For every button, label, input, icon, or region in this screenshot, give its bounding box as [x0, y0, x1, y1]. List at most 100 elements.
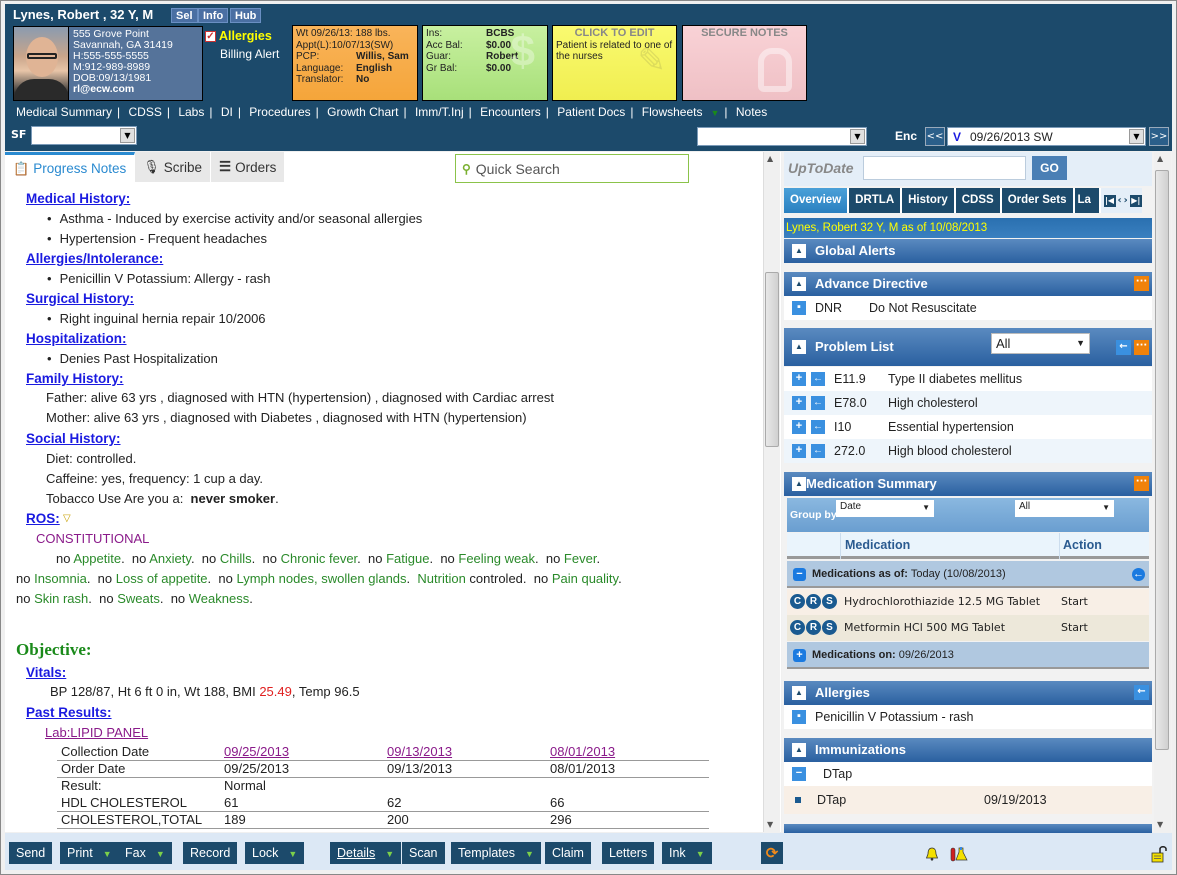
arrow-left-icon[interactable]: ←: [1132, 568, 1145, 581]
medications-prior-group[interactable]: + Medications on: 09/26/2013: [787, 642, 1149, 669]
expand-plus-icon[interactable]: +: [793, 649, 806, 662]
allergies-header[interactable]: ▲ Allergies: [784, 681, 1152, 705]
nav-patient-docs[interactable]: Patient Docs: [557, 105, 625, 119]
refresh-icon[interactable]: ⟳: [761, 842, 783, 864]
tab-progress-notes[interactable]: 📋 Progress Notes: [5, 152, 136, 182]
problem-row[interactable]: + ← I10 Essential hypertension: [784, 415, 1152, 439]
arrow-left-icon[interactable]: ←: [811, 372, 825, 386]
nav-di[interactable]: DI: [221, 105, 233, 119]
nav-medical-summary[interactable]: Medical Summary: [16, 105, 112, 119]
next-encounter-button[interactable]: >>: [1149, 127, 1169, 146]
dropdown-arrow-icon[interactable]: ▼: [288, 849, 297, 859]
vitals-heading[interactable]: Vitals:: [26, 665, 66, 680]
record-button[interactable]: Record: [183, 842, 238, 864]
r-icon[interactable]: R: [806, 594, 821, 609]
sf-select[interactable]: ▼: [31, 126, 137, 145]
immunizations-header[interactable]: ▲ Immunizations: [784, 738, 1152, 762]
go-button[interactable]: GO: [1032, 156, 1067, 180]
uptodate-search-input[interactable]: [863, 156, 1026, 180]
medication-row[interactable]: C R S Hydrochlorothiazide 12.5 MG Tablet Sta…: [787, 589, 1149, 615]
templates-button[interactable]: Templates ▼: [451, 842, 541, 864]
allergies-flag[interactable]: ✓ Allergies: [205, 29, 272, 43]
prev-tab-icon[interactable]: ‹: [1118, 195, 1122, 206]
tab-labs-truncated[interactable]: La: [1074, 188, 1101, 213]
right-scrollbar[interactable]: ▲ ▼: [1154, 152, 1171, 832]
medication-filter-select[interactable]: All ▼: [1015, 500, 1114, 517]
medical-history-heading[interactable]: Medical History:: [26, 191, 130, 206]
send-button[interactable]: Send: [9, 842, 53, 864]
lab-lipid-panel-link[interactable]: Lab:LIPID PANEL: [45, 725, 148, 740]
hub-button[interactable]: Hub: [230, 8, 262, 23]
scrollbar-thumb[interactable]: [1155, 170, 1169, 750]
first-tab-icon[interactable]: |◀: [1103, 194, 1116, 207]
arrow-left-icon[interactable]: ←: [811, 420, 825, 434]
nav-cdss[interactable]: CDSS: [129, 105, 162, 119]
prev-encounter-button[interactable]: <<: [925, 127, 945, 146]
s-icon[interactable]: S: [822, 620, 837, 635]
r-icon[interactable]: R: [806, 620, 821, 635]
arrow-left-icon[interactable]: ←: [811, 444, 825, 458]
letters-button[interactable]: Letters: [602, 842, 655, 864]
tab-overview[interactable]: Overview: [784, 188, 850, 213]
medication-row[interactable]: C R S Metformin HCl 500 MG Tablet Start: [787, 615, 1149, 641]
nav-flowsheets[interactable]: Flowsheets: [642, 105, 703, 119]
surgical-history-heading[interactable]: Surgical History:: [26, 291, 134, 306]
dropdown-arrow-icon[interactable]: ▼: [103, 849, 112, 859]
global-alerts-header[interactable]: ▲ Global Alerts: [784, 239, 1152, 263]
problem-filter-select[interactable]: All ▼: [991, 333, 1090, 354]
vitals-card[interactable]: Wt 09/26/13: 188 lbs. Appt(L):10/07/13(S…: [292, 25, 418, 101]
scroll-down-icon[interactable]: ▼: [767, 820, 773, 829]
nav-encounters[interactable]: Encounters: [480, 105, 541, 119]
next-section-header[interactable]: [784, 824, 1152, 833]
medication-summary-header[interactable]: ▲ Medication Summary: [784, 472, 1152, 496]
tab-order-sets[interactable]: Order Sets: [1001, 188, 1075, 213]
nav-labs[interactable]: Labs: [178, 105, 204, 119]
group-by-select[interactable]: Date ▼: [836, 500, 934, 517]
patient-photo[interactable]: [14, 27, 69, 100]
arrow-left-icon[interactable]: ←: [1116, 340, 1131, 355]
col-action[interactable]: Action: [1063, 538, 1102, 552]
collapse-icon[interactable]: ▲: [792, 277, 806, 291]
quick-search-input[interactable]: ⚲ Quick Search: [455, 154, 689, 183]
past-results-heading[interactable]: Past Results:: [26, 705, 112, 720]
left-scrollbar[interactable]: ▲ ▼: [763, 152, 780, 832]
dropdown-arrow-icon[interactable]: ▼: [525, 849, 534, 859]
unlock-icon[interactable]: [1150, 845, 1168, 863]
plus-icon[interactable]: +: [792, 420, 806, 434]
flowsheets-dropdown-icon[interactable]: ▼: [710, 108, 719, 118]
bell-icon[interactable]: [925, 847, 939, 861]
sel-button[interactable]: Sel: [171, 8, 198, 23]
tab-history[interactable]: History: [902, 188, 956, 213]
collapse-minus-icon[interactable]: −: [793, 568, 806, 581]
tab-cdss[interactable]: CDSS: [955, 188, 1002, 213]
collapse-icon[interactable]: ▲: [792, 743, 806, 757]
ink-button[interactable]: Ink ▼: [662, 842, 712, 864]
allergies-heading[interactable]: Allergies/Intolerance:: [26, 251, 163, 266]
problem-row[interactable]: + ← E78.0 High cholesterol: [784, 391, 1152, 415]
collection-date-link[interactable]: 09/13/2013: [383, 743, 546, 761]
scrollbar-thumb[interactable]: [765, 272, 779, 447]
dropdown-arrow-icon[interactable]: ▼: [385, 849, 394, 859]
nav-notes[interactable]: Notes: [736, 105, 767, 119]
billing-alert[interactable]: Billing Alert: [220, 47, 279, 61]
hospitalization-heading[interactable]: Hospitalization:: [26, 331, 127, 346]
social-history-heading[interactable]: Social History:: [26, 431, 121, 446]
dropdown-arrow-icon[interactable]: ▼: [156, 849, 165, 859]
scroll-down-icon[interactable]: ▼: [1157, 820, 1163, 829]
info-button[interactable]: Info: [198, 8, 229, 23]
scroll-up-icon[interactable]: ▲: [1157, 154, 1163, 163]
ros-heading[interactable]: ROS:: [26, 511, 60, 526]
c-icon[interactable]: C: [790, 620, 805, 635]
lab-flask-icon[interactable]: [950, 846, 968, 862]
medications-today-group[interactable]: − Medications as of: Today (10/08/2013) …: [787, 561, 1149, 588]
sticky-note-card[interactable]: CLICK TO EDIT Patient is related to one …: [552, 25, 677, 101]
arrow-left-icon[interactable]: ←: [1134, 685, 1149, 700]
middle-select[interactable]: ▼: [697, 127, 867, 146]
claim-button[interactable]: Claim: [545, 842, 591, 864]
nav-procedures[interactable]: Procedures: [249, 105, 310, 119]
more-options-icon[interactable]: ···: [1134, 476, 1149, 491]
collapse-icon[interactable]: ▲: [792, 686, 806, 700]
arrow-left-icon[interactable]: ←: [811, 396, 825, 410]
collapse-icon[interactable]: ▲: [792, 340, 806, 354]
print-button[interactable]: Print ▼: [60, 842, 119, 864]
